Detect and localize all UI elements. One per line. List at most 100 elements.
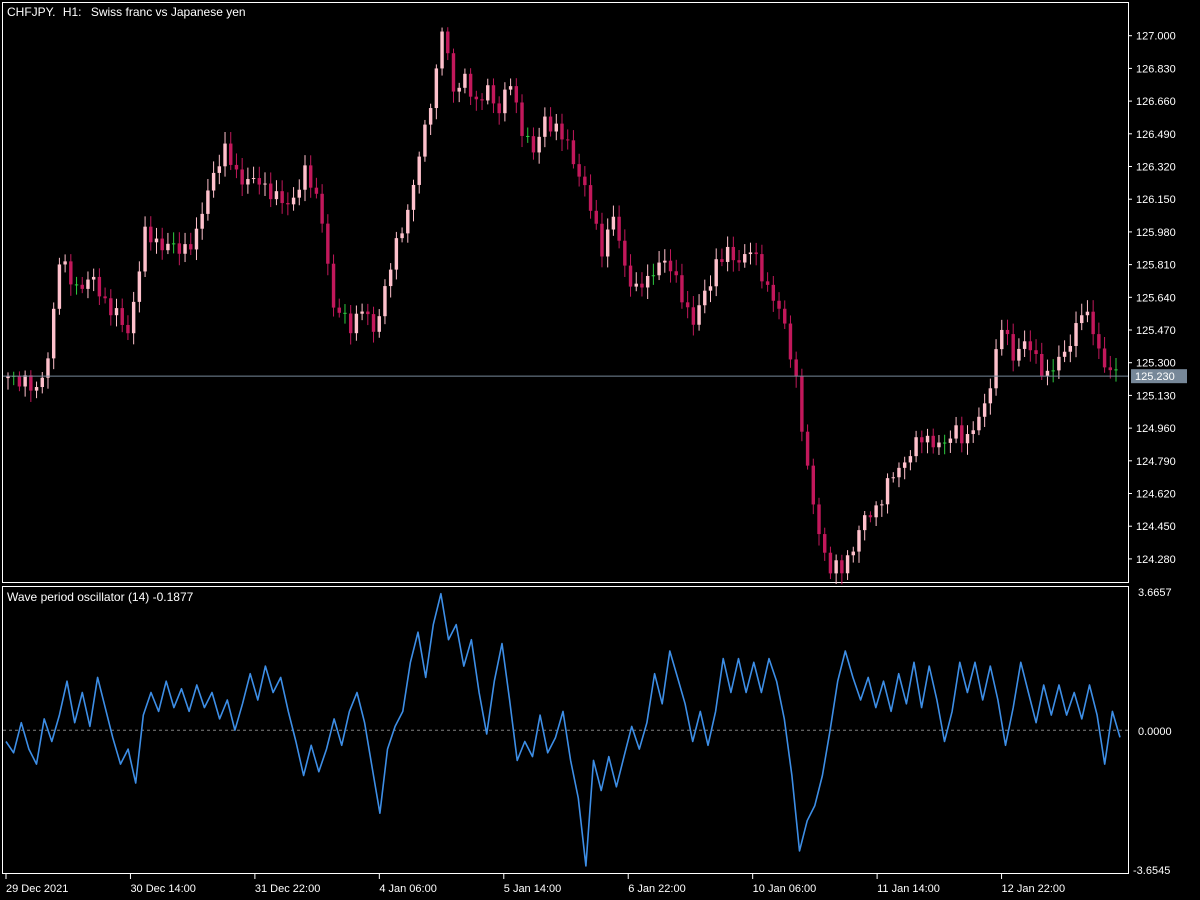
candle-body bbox=[80, 284, 84, 289]
chart-canvas: 127.000 126.830 126.660 126.490 126.320 126.1… bbox=[0, 0, 1200, 900]
candle-body bbox=[971, 430, 975, 435]
time-axis-label: 31 Dec 22:00 bbox=[255, 883, 320, 895]
candle-body bbox=[411, 184, 416, 210]
candle-body bbox=[680, 275, 684, 303]
candle-body bbox=[731, 246, 736, 261]
candle-body bbox=[588, 185, 593, 211]
candle-body bbox=[897, 467, 901, 478]
candle bbox=[800, 368, 804, 442]
candle-body bbox=[1085, 311, 1090, 316]
time-axis-label: 6 Jan 22:00 bbox=[628, 883, 686, 895]
oscillator-title: Wave period oscillator (14) -0.1877 bbox=[7, 590, 194, 604]
candle-body bbox=[274, 191, 279, 200]
price-axis-label: 125.980 bbox=[1136, 227, 1176, 239]
candle-body bbox=[468, 73, 473, 97]
candle-body bbox=[17, 375, 22, 387]
candle-body bbox=[1074, 323, 1078, 346]
candle-body bbox=[74, 284, 79, 286]
candle-body bbox=[771, 284, 776, 301]
candle-body bbox=[851, 551, 855, 556]
candle-body bbox=[417, 156, 421, 185]
candle-body bbox=[1051, 370, 1055, 372]
osc-label-min: -3.6545 bbox=[1133, 865, 1170, 877]
candle-body bbox=[69, 261, 73, 285]
candle-body bbox=[960, 425, 964, 444]
osc-label-max: 3.6657 bbox=[1138, 587, 1172, 599]
candle-body bbox=[645, 275, 650, 288]
candle-body bbox=[434, 68, 439, 109]
candle-body bbox=[577, 164, 581, 177]
candle-body bbox=[845, 555, 850, 574]
time-axis-label: 12 Jan 22:00 bbox=[1002, 883, 1066, 895]
candle-body bbox=[531, 136, 536, 153]
candle-body bbox=[1045, 370, 1050, 376]
time-axis-label: 10 Jan 06:00 bbox=[753, 883, 817, 895]
candle-body bbox=[931, 435, 935, 448]
candle-body bbox=[280, 191, 284, 204]
candle-body bbox=[1108, 367, 1113, 371]
candle-body bbox=[143, 226, 147, 272]
candle-body bbox=[703, 290, 707, 306]
candle-body bbox=[526, 135, 530, 137]
candle-body bbox=[394, 238, 399, 270]
candle-body bbox=[348, 313, 353, 334]
candle-body bbox=[925, 435, 930, 443]
candle-body bbox=[331, 263, 336, 308]
price-axis-label: 124.790 bbox=[1136, 456, 1176, 468]
timeframe-label: H1: bbox=[63, 5, 82, 19]
candle-body bbox=[663, 260, 667, 263]
candle-body bbox=[497, 103, 501, 114]
candle-body bbox=[1068, 345, 1073, 352]
candle-body bbox=[463, 73, 467, 88]
candle-body bbox=[743, 254, 747, 263]
candle-body bbox=[388, 269, 393, 287]
candle-body bbox=[720, 259, 724, 262]
candle bbox=[331, 254, 336, 317]
candle-body bbox=[303, 165, 307, 190]
candle-body bbox=[868, 515, 873, 518]
candle-body bbox=[406, 209, 410, 234]
candle-body bbox=[908, 456, 913, 463]
candle-body bbox=[57, 264, 62, 309]
candle-body bbox=[697, 305, 701, 325]
candle-body bbox=[149, 226, 153, 243]
candle-body bbox=[291, 197, 296, 205]
candle-body bbox=[605, 229, 610, 257]
candle-body bbox=[937, 442, 941, 448]
price-axis-label: 126.320 bbox=[1136, 162, 1176, 174]
osc-label-zero: 0.0000 bbox=[1138, 726, 1172, 738]
candle-body bbox=[1102, 348, 1107, 368]
candle-body bbox=[685, 302, 690, 308]
candle-body bbox=[594, 210, 598, 224]
candle-body bbox=[440, 31, 444, 69]
candle-body bbox=[120, 308, 124, 325]
candle-body bbox=[29, 375, 33, 391]
candle-body bbox=[251, 178, 256, 180]
candle-body bbox=[954, 425, 958, 439]
candle-body bbox=[874, 505, 878, 518]
candle-body bbox=[783, 308, 787, 324]
candle-body bbox=[891, 477, 895, 479]
candle-body bbox=[486, 85, 490, 101]
candle-body bbox=[63, 261, 67, 265]
candle-body bbox=[543, 116, 547, 137]
chart-background bbox=[0, 0, 1200, 900]
price-axis-label: 126.660 bbox=[1136, 96, 1176, 108]
price-axis-label: 126.150 bbox=[1136, 194, 1176, 206]
candle-body bbox=[834, 560, 838, 574]
candle-body bbox=[326, 223, 330, 264]
candle-body bbox=[817, 504, 821, 535]
symbol-label: CHFJPY. bbox=[7, 5, 55, 19]
candle-body bbox=[828, 552, 833, 574]
candle-body bbox=[583, 176, 587, 186]
candle-body bbox=[337, 307, 341, 313]
candle-body bbox=[137, 271, 142, 302]
price-axis-label: 125.130 bbox=[1136, 390, 1176, 402]
candle-body bbox=[86, 279, 90, 289]
candle-body bbox=[51, 308, 56, 359]
candle-body bbox=[217, 166, 222, 173]
candle-body bbox=[343, 312, 347, 314]
candle-body bbox=[366, 311, 370, 315]
candle-body bbox=[308, 165, 313, 188]
candle-body bbox=[211, 172, 216, 191]
